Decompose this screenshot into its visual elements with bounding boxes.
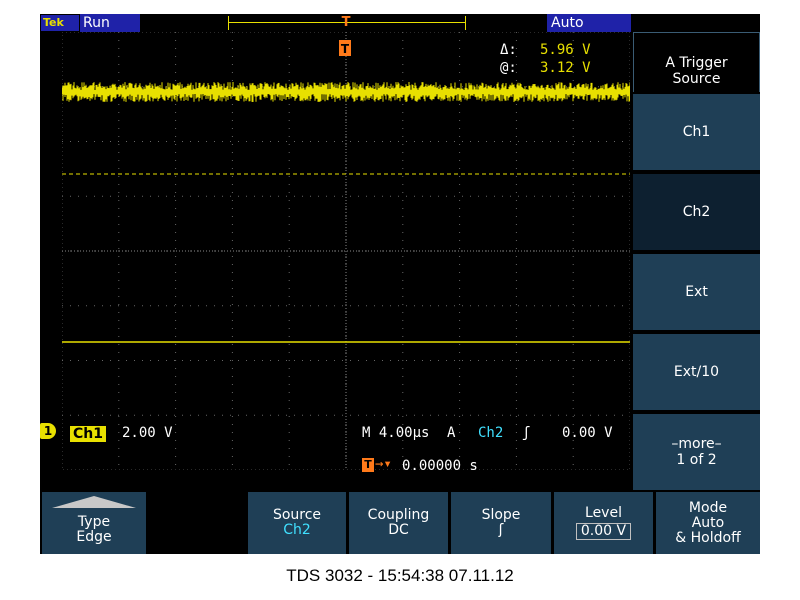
- coupling-value: DC: [388, 523, 409, 538]
- horizontal-position-readout: 0.00000 s: [402, 458, 478, 474]
- cursor-at-value: 3.12 V: [540, 60, 591, 76]
- cursor-delta-value: 5.96 V: [540, 42, 591, 58]
- mode-holdoff-button[interactable]: Mode Auto & Holdoff: [656, 492, 760, 554]
- source-button[interactable]: Source Ch2: [248, 492, 346, 554]
- trigger-source-readout: Ch2: [478, 425, 503, 441]
- slope-button[interactable]: Slope ʃ: [451, 492, 551, 554]
- menu-tab-icon: [42, 496, 146, 510]
- side-menu-ch2[interactable]: Ch2: [633, 172, 760, 250]
- side-menu-ch1[interactable]: Ch1: [633, 92, 760, 170]
- side-menu-label: Ext/10: [674, 364, 719, 380]
- type-button[interactable]: Type Edge: [42, 492, 146, 554]
- type-value: Edge: [76, 530, 111, 545]
- cursor-at-label: @:: [500, 60, 517, 76]
- level-value: 0.00 V: [576, 523, 631, 540]
- type-label: Type: [78, 515, 110, 530]
- trigger-position-icon: T: [341, 14, 351, 32]
- cursor-delta-label: Δ:: [500, 42, 517, 58]
- trigger-position-icon: T: [362, 458, 374, 472]
- trigger-marker-icon: T: [339, 40, 351, 56]
- trigger-slope-icon: ʃ: [522, 425, 530, 441]
- mode-line3: & Holdoff: [675, 531, 740, 546]
- slope-label: Slope: [482, 508, 521, 523]
- run-state: Run: [80, 14, 140, 32]
- graticule: T: [62, 32, 630, 470]
- level-label: Level: [585, 506, 622, 521]
- side-menu-ext[interactable]: Ext: [633, 252, 760, 330]
- side-menu-title-line2: Source: [672, 71, 720, 87]
- side-menu-title-line1: A Trigger: [665, 55, 727, 71]
- trigger-state: Auto: [547, 14, 631, 32]
- svg-text:T: T: [341, 42, 350, 56]
- source-value: Ch2: [283, 523, 311, 538]
- side-menu-label: –more–: [671, 436, 721, 452]
- instrument-footer: TDS 3032 - 15:54:38 07.11.12: [0, 566, 800, 586]
- coupling-label: Coupling: [368, 508, 430, 523]
- mode-line2: Auto: [692, 516, 725, 531]
- side-menu-label: Ch2: [683, 204, 711, 220]
- ch1-scale: 2.00 V: [122, 425, 173, 441]
- side-menu-label: Ext: [685, 284, 708, 300]
- mode-line1: Mode: [689, 501, 727, 516]
- coupling-button[interactable]: Coupling DC: [349, 492, 448, 554]
- side-menu-label: Ch1: [683, 124, 711, 140]
- bottom-empty-slot: [148, 492, 244, 554]
- timebase-readout: M 4.00µs: [362, 425, 429, 441]
- arrow-right-icon: →▾: [375, 456, 392, 472]
- ch1-ground-marker[interactable]: 1: [40, 423, 56, 439]
- brand-logo: Tek: [41, 15, 79, 31]
- ch1-label: Ch1: [70, 426, 106, 442]
- trigger-type-readout: A: [447, 425, 455, 441]
- record-view-bar: T: [228, 14, 466, 32]
- rising-slope-icon: ʃ: [499, 523, 504, 538]
- side-menu-ext10[interactable]: Ext/10: [633, 332, 760, 410]
- side-menu-sub: 1 of 2: [676, 452, 716, 468]
- side-menu: A Trigger Source Ch1 Ch2 Ext Ext/10 –mor…: [633, 32, 760, 490]
- source-label: Source: [273, 508, 321, 523]
- side-menu-more[interactable]: –more– 1 of 2: [633, 412, 760, 490]
- level-button[interactable]: Level 0.00 V: [554, 492, 653, 554]
- trigger-level-readout: 0.00 V: [562, 425, 613, 441]
